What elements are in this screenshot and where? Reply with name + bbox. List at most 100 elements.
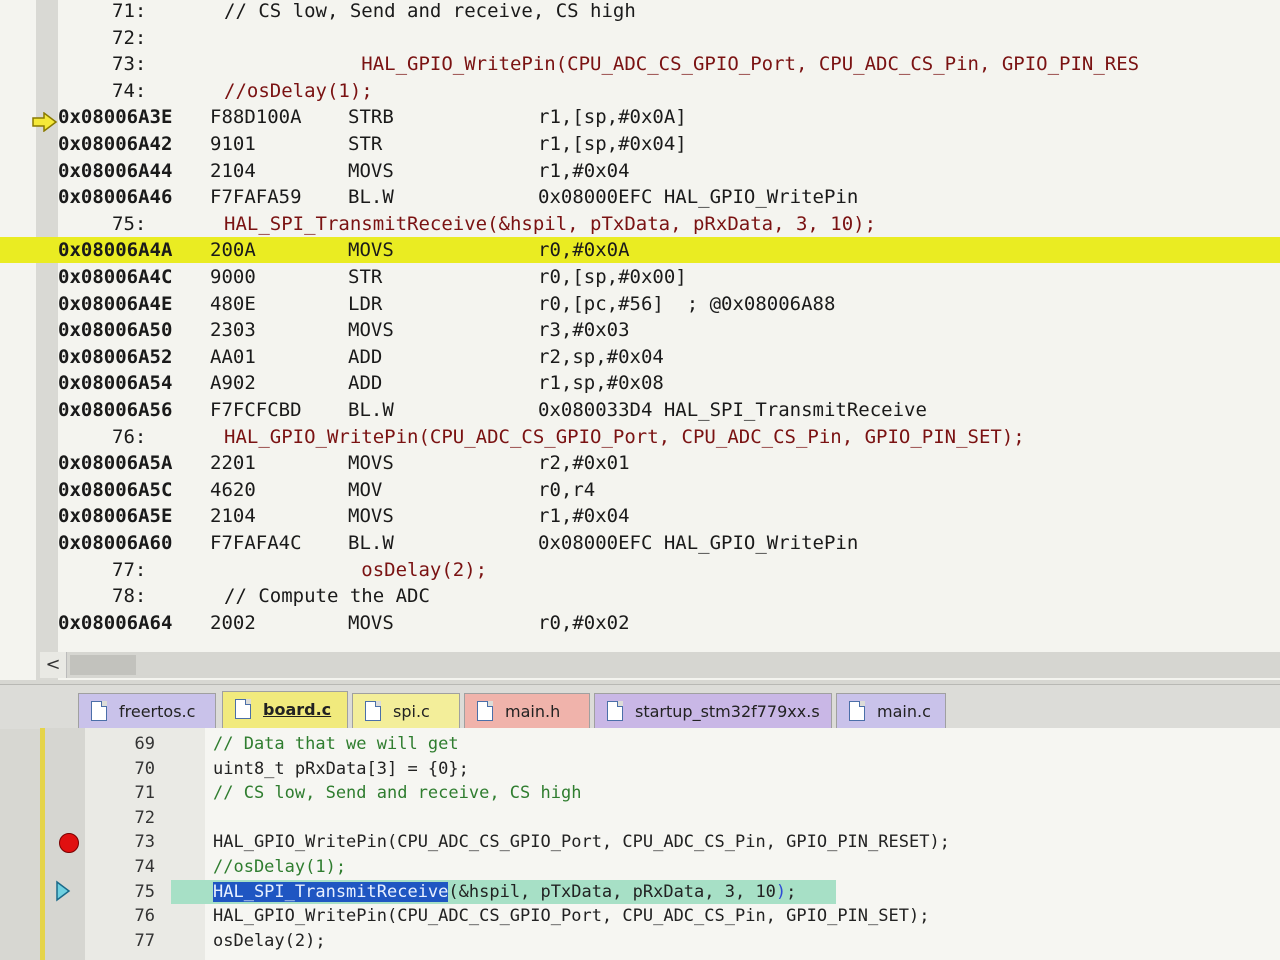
source-line-number: 78: — [112, 585, 147, 608]
source-line-row[interactable]: 76: HAL_GPIO_WritePin(CPU_ADC_CS_GPIO_Por… — [0, 424, 1280, 450]
editor-line[interactable]: 72 — [45, 806, 1280, 830]
file-icon — [235, 699, 251, 719]
source-line-number: 73: — [112, 53, 147, 76]
disassembly-row[interactable]: 0x08006A64 2002 MOVS r0,#0x02 — [0, 610, 1280, 636]
source-line-row[interactable]: 71: // CS low, Send and receive, CS high — [0, 0, 1280, 24]
disassembly-row[interactable]: 0x08006A4C 9000 STR r0,[sp,#0x00] — [0, 264, 1280, 290]
editor-line[interactable]: 71 // CS low, Send and receive, CS high — [45, 781, 1280, 805]
current-line-arrow-icon — [56, 880, 71, 902]
horizontal-scrollbar[interactable]: < — [40, 652, 1280, 678]
statement-end: ; — [786, 881, 797, 902]
instruction-mnemonic: STRB — [348, 106, 394, 129]
source-code-text: //osDelay(1); — [224, 79, 373, 102]
instruction-operands: r0,#0x0A — [538, 239, 630, 262]
disassembly-row[interactable]: 0x08006A3E F88D100A STRB r1,[sp,#0x0A] — [0, 104, 1280, 130]
source-line-number: 76: — [112, 425, 147, 448]
disassembly-row[interactable]: 0x08006A5A 2201 MOVS r2,#0x01 — [0, 450, 1280, 476]
instruction-mnemonic: BL.W — [348, 186, 394, 209]
source-code-text: HAL_GPIO_WritePin(CPU_ADC_CS_GPIO_Port, … — [224, 425, 1025, 448]
disassembly-row[interactable]: 0x08006A50 2303 MOVS r3,#0x03 — [0, 317, 1280, 343]
instruction-opcode: F7FCFCBD — [210, 399, 302, 421]
instruction-opcode: 9000 — [210, 266, 256, 288]
disassembly-row[interactable]: 0x08006A56 F7FCFCBD BL.W 0x080033D4 HAL_SPI… — [0, 397, 1280, 423]
source-line-row[interactable]: 72: — [0, 25, 1280, 51]
selected-function-name: HAL_SPI_TransmitReceive — [213, 881, 449, 902]
file-icon — [607, 701, 623, 721]
instruction-mnemonic: BL.W — [348, 532, 394, 554]
tab-label: board.c — [263, 700, 332, 719]
instruction-mnemonic: LDR — [348, 292, 383, 315]
source-editor[interactable]: 69 // Data that we will get 70 uint8_t pRxD… — [40, 728, 1280, 960]
instruction-address: 0x08006A5A — [58, 452, 173, 475]
tab-label: freertos.c — [119, 702, 196, 721]
code-text: osDelay(2); — [213, 930, 326, 951]
disassembly-row[interactable]: 0x08006A42 9101 STR r1,[sp,#0x04] — [0, 131, 1280, 157]
instruction-address: 0x08006A4E — [58, 292, 173, 315]
line-number: 75 — [134, 881, 155, 902]
code-text: HAL_GPIO_WritePin(CPU_ADC_CS_GPIO_Port, … — [213, 906, 930, 927]
tab-spi-c[interactable]: spi.c — [352, 693, 460, 729]
source-code-text: osDelay(2); — [224, 558, 488, 581]
disassembly-row[interactable]: 0x08006A5C 4620 MOV r0,r4 — [0, 477, 1280, 503]
file-icon — [365, 701, 381, 721]
instruction-operands: r2,sp,#0x04 — [538, 345, 664, 368]
disassembly-row[interactable]: 0x08006A52 AA01 ADD r2,sp,#0x04 — [0, 344, 1280, 370]
instruction-mnemonic: BL.W — [348, 399, 394, 421]
instruction-mnemonic: MOVS — [348, 319, 394, 342]
disassembly-row[interactable]: 0x08006A46 F7FAFA59 BL.W 0x08000EFC HAL_GPI… — [0, 184, 1280, 210]
file-icon — [849, 701, 865, 721]
line-number: 74 — [134, 857, 155, 877]
code-text: //osDelay(1); — [213, 857, 347, 877]
tab-main-c[interactable]: main.c — [836, 693, 946, 729]
disassembly-row[interactable]: 0x08006A4A 200A MOVS r0,#0x0A — [0, 237, 1280, 264]
source-line-row[interactable]: 73: HAL_GPIO_WritePin(CPU_ADC_CS_GPIO_Po… — [0, 51, 1280, 77]
tab-label: spi.c — [393, 702, 430, 721]
disassembly-row[interactable]: 0x08006A4E 480E LDR r0,[pc,#56] ; @0x08006A… — [0, 291, 1280, 317]
editor-line[interactable]: 73 HAL_GPIO_WritePin(CPU_ADC_CS_GPIO_Port… — [45, 830, 1280, 854]
source-line-number: 71: — [112, 0, 147, 22]
instruction-mnemonic: MOVS — [348, 505, 394, 528]
instruction-opcode: 200A — [210, 239, 256, 262]
editor-line[interactable]: 77 osDelay(2); — [45, 929, 1280, 953]
instruction-mnemonic: ADD — [348, 372, 383, 395]
instruction-mnemonic: MOV — [348, 478, 383, 501]
scroll-left-button[interactable]: < — [40, 652, 67, 678]
instruction-address: 0x08006A64 — [58, 611, 173, 634]
line-number: 76 — [134, 906, 155, 927]
line-number: 72 — [134, 807, 155, 828]
instruction-mnemonic: MOVS — [348, 452, 394, 475]
editor-line[interactable]: 74 //osDelay(1); — [45, 855, 1280, 879]
editor-line[interactable]: 76 HAL_GPIO_WritePin(CPU_ADC_CS_GPIO_Port… — [45, 904, 1280, 928]
source-line-row[interactable]: 75: HAL_SPI_TransmitReceive(&hspil, pTxDa… — [0, 211, 1280, 237]
tab-board-c[interactable]: board.c — [222, 691, 348, 729]
source-line-row[interactable]: 78: // Compute the ADC — [0, 583, 1280, 609]
instruction-operands: r0,#0x02 — [538, 611, 630, 634]
tab-freertos-c[interactable]: freertos.c — [78, 693, 216, 729]
scrollbar-thumb[interactable] — [70, 655, 136, 675]
disassembly-row[interactable]: 0x08006A5E 2104 MOVS r1,#0x04 — [0, 503, 1280, 529]
tab-startup-stm32f779xx-s[interactable]: startup_stm32f779xx.s — [594, 693, 832, 729]
instruction-address: 0x08006A42 — [58, 133, 173, 155]
source-line-row[interactable]: 74: //osDelay(1); — [0, 78, 1280, 104]
disassembly-pane[interactable]: 71:// CS low, Send and receive, CS high 7… — [0, 0, 1280, 680]
tab-main-h[interactable]: main.h — [464, 693, 590, 729]
tab-label: main.h — [505, 702, 561, 721]
code-text: HAL_SPI_TransmitReceive(&hspil, pTxData,… — [171, 879, 837, 904]
editor-line[interactable]: 70 uint8_t pRxData[3] = {0}; — [45, 757, 1280, 781]
code-text: // Data that we will get — [213, 734, 459, 754]
instruction-address: 0x08006A4C — [58, 266, 173, 288]
breakpoint-icon[interactable] — [59, 833, 79, 853]
line-number: 71 — [134, 783, 155, 804]
instruction-operands: 0x080033D4 HAL_SPI_TransmitReceive — [538, 399, 927, 421]
disassembly-row[interactable]: 0x08006A54 A902 ADD r1,sp,#0x08 — [0, 370, 1280, 396]
editor-line[interactable]: 69 // Data that we will get — [45, 732, 1280, 756]
source-line-row[interactable]: 77: osDelay(2); — [0, 557, 1280, 583]
disassembly-row[interactable]: 0x08006A44 2104 MOVS r1,#0x04 — [0, 158, 1280, 184]
instruction-opcode: 4620 — [210, 478, 256, 501]
disassembly-row[interactable]: 0x08006A60 F7FAFA4C BL.W 0x08000EFC HAL_GPI… — [0, 530, 1280, 556]
line-number: 77 — [134, 930, 155, 951]
source-code-text: // Compute the ADC — [224, 585, 430, 608]
arrow-right-icon — [32, 112, 58, 132]
editor-line[interactable]: 75 HAL_SPI_TransmitReceive(&hspil, pTxDat… — [45, 879, 1280, 904]
instruction-operands: r0,[sp,#0x00] — [538, 266, 687, 288]
